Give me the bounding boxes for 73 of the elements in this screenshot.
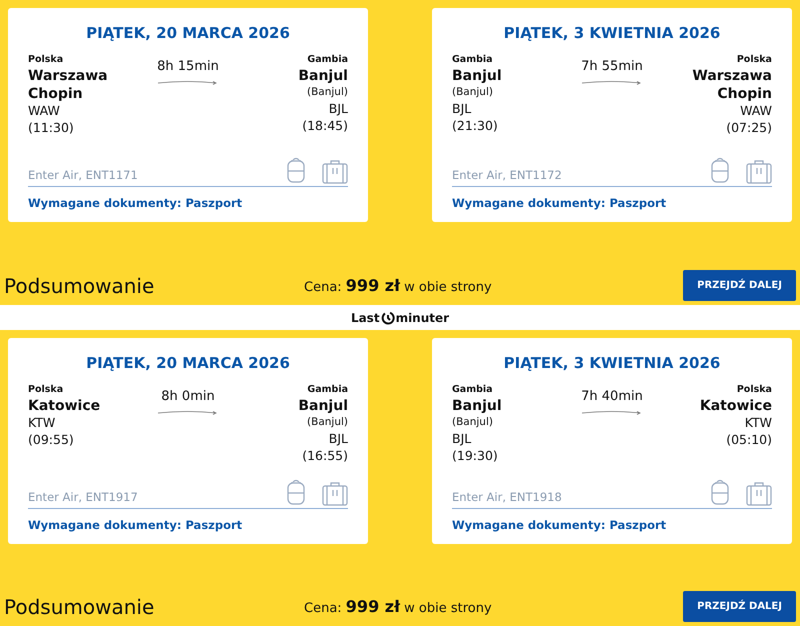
departure-time: (16:55) xyxy=(301,448,348,464)
city-name: Warszawa Chopin xyxy=(28,66,109,104)
summary-title: Podsumowanie xyxy=(4,594,156,620)
city-name: Banjul xyxy=(452,66,503,85)
airport-code: KTW xyxy=(744,414,772,432)
flight-date: PIĄTEK, 20 MARCA 2026 xyxy=(85,23,291,44)
flight-duration: 8h 0min xyxy=(160,388,216,406)
suitcase-icon xyxy=(322,158,348,184)
country-label: Polska xyxy=(28,382,64,396)
airport-subtitle: (Banjul) xyxy=(306,84,348,100)
airport-code: WAW xyxy=(739,103,772,120)
airline-flight: Enter Air, ENT1172 xyxy=(452,166,562,184)
airport-code: BJL xyxy=(328,430,348,448)
logo-text: minuter xyxy=(396,310,450,326)
city-name: Banjul xyxy=(297,396,348,415)
departure-time: (21:30) xyxy=(452,118,499,134)
documents-note: Wymagane dokumenty: Paszport xyxy=(452,194,668,212)
price-text: Cena: 999 zł w obie strony xyxy=(304,596,493,618)
city-name: Banjul xyxy=(452,396,503,415)
country-label: Polska xyxy=(736,382,772,396)
airline-flight: Enter Air, ENT1171 xyxy=(28,166,138,184)
airport-subtitle: (Banjul) xyxy=(306,414,348,430)
airport-subtitle: (Banjul) xyxy=(452,84,494,100)
airline-flight: Enter Air, ENT1917 xyxy=(28,488,138,506)
departure-time: (19:30) xyxy=(452,448,499,464)
backpack-icon xyxy=(286,478,306,506)
next-button[interactable]: PRZEJDŹ DALEJ xyxy=(683,591,796,622)
airport-code: WAW xyxy=(28,103,61,120)
airport-code: KTW xyxy=(28,414,56,432)
suitcase-icon xyxy=(746,158,772,184)
city-name: Banjul xyxy=(297,66,348,85)
departure-time: (09:55) xyxy=(28,432,75,449)
city-name: Warszawa Chopin xyxy=(691,66,772,104)
backpack-icon xyxy=(710,156,730,184)
country-label: Polska xyxy=(736,52,772,66)
airline-flight: Enter Air, ENT1918 xyxy=(452,488,562,506)
flight-date: PIĄTEK, 20 MARCA 2026 xyxy=(85,353,291,374)
flight-duration: 7h 40min xyxy=(581,388,643,406)
city-name: Katowice xyxy=(698,396,772,415)
country-label: Polska xyxy=(28,52,64,66)
country-label: Gambia xyxy=(306,382,348,396)
logo-text: Last xyxy=(350,310,380,326)
documents-note: Wymagane dokumenty: Paszport xyxy=(28,194,244,212)
city-name: Katowice xyxy=(28,396,102,415)
departure-time: (11:30) xyxy=(28,120,75,137)
backpack-icon xyxy=(710,478,730,506)
arrow-icon xyxy=(582,80,642,85)
suitcase-icon xyxy=(322,480,348,506)
suitcase-icon xyxy=(746,480,772,506)
clock-icon xyxy=(380,310,395,324)
airport-subtitle: (Banjul) xyxy=(452,414,494,430)
departure-time: (07:25) xyxy=(725,120,772,137)
airport-code: BJL xyxy=(452,430,472,448)
documents-note: Wymagane dokumenty: Paszport xyxy=(28,516,244,534)
arrow-icon xyxy=(158,80,218,85)
airport-code: BJL xyxy=(328,100,348,118)
departure-time: (05:10) xyxy=(725,432,772,449)
airport-code: BJL xyxy=(452,100,472,118)
price-text: Cena: 999 zł w obie strony xyxy=(304,274,493,296)
flight-date: PIĄTEK, 3 KWIETNIA 2026 xyxy=(502,353,722,374)
country-label: Gambia xyxy=(306,52,348,66)
flight-duration: 7h 55min xyxy=(581,58,643,76)
departure-time: (18:45) xyxy=(301,118,348,134)
arrow-icon xyxy=(582,410,642,415)
arrow-icon xyxy=(158,410,218,415)
country-label: Gambia xyxy=(452,52,494,66)
documents-note: Wymagane dokumenty: Paszport xyxy=(452,516,668,534)
flight-date: PIĄTEK, 3 KWIETNIA 2026 xyxy=(502,23,722,44)
backpack-icon xyxy=(286,156,306,184)
summary-title: Podsumowanie xyxy=(4,272,156,300)
flight-duration: 8h 15min xyxy=(157,58,219,76)
country-label: Gambia xyxy=(452,382,494,396)
next-button[interactable]: PRZEJDŹ DALEJ xyxy=(683,270,796,301)
